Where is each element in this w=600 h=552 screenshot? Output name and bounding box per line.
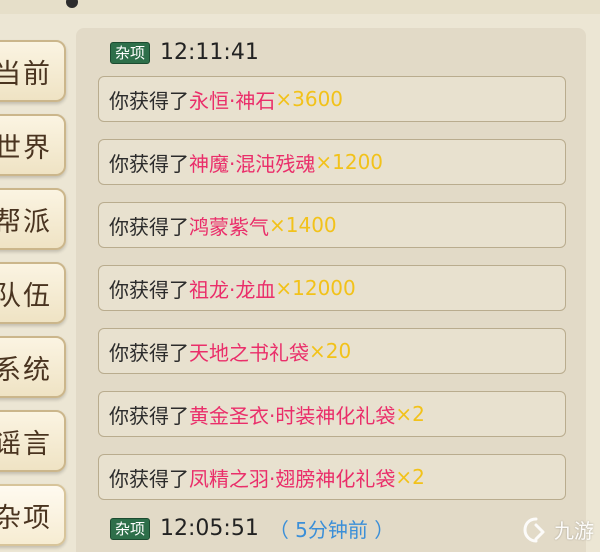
channel-tag: 杂项 xyxy=(110,41,151,64)
item-qty: ×1200 xyxy=(315,150,384,174)
tab-world[interactable]: 世界 xyxy=(0,114,66,176)
tab-label: 帮派 xyxy=(0,206,52,238)
tab-label: 世界 xyxy=(0,132,52,164)
jiuyou-logo-icon xyxy=(523,517,545,542)
tab-misc[interactable]: 杂项 xyxy=(0,484,66,546)
tab-rumor[interactable]: 谣言 xyxy=(0,410,66,472)
tab-guild[interactable]: 帮派 xyxy=(0,188,66,250)
item-name[interactable]: 祖龙·龙血 xyxy=(189,274,275,303)
watermark: 九游 xyxy=(522,515,594,544)
tab-label: 杂项 xyxy=(0,502,52,534)
item-prefix: 你获得了 xyxy=(109,214,189,239)
tab-label: 队伍 xyxy=(0,280,52,312)
item-prefix: 你获得了 xyxy=(109,277,189,302)
item-qty: ×1400 xyxy=(269,213,337,237)
item-name[interactable]: 凤精之羽·翅膀神化礼袋 xyxy=(189,463,395,492)
channel-tag: 杂项 xyxy=(110,517,151,540)
time-ago: （ 5分钟前 ） xyxy=(268,518,395,542)
tab-system[interactable]: 系统 xyxy=(0,336,66,398)
channel-sidebar: 当前 世界 帮派 队伍 系统 谣言 杂项 xyxy=(0,40,68,552)
tab-label: 系统 xyxy=(0,354,52,386)
item-name[interactable]: 天地之书礼袋 xyxy=(189,337,309,366)
chat-item: 你获得了 祖龙·龙血 ×12000 xyxy=(98,265,566,311)
chat-item: 你获得了 神魔·混沌残魂 ×1200 xyxy=(98,139,566,185)
message-time: 12:11:41 xyxy=(160,40,259,65)
chat-item: 你获得了 天地之书礼袋 ×20 xyxy=(98,328,566,374)
message-time: 12:05:51 xyxy=(160,516,259,541)
chat-item: 你获得了 黄金圣衣·时装神化礼袋 ×2 xyxy=(98,391,566,437)
item-name[interactable]: 永恒·神石 xyxy=(189,85,275,114)
item-qty: ×12000 xyxy=(275,276,356,300)
top-strip xyxy=(0,0,600,14)
item-name[interactable]: 鸿蒙紫气 xyxy=(189,211,269,240)
item-prefix: 你获得了 xyxy=(109,151,189,176)
tab-label: 当前 xyxy=(0,58,52,90)
item-name[interactable]: 黄金圣衣·时装神化礼袋 xyxy=(189,400,395,429)
message-header: 杂项 12:05:51 （ 5分钟前 ） xyxy=(110,514,394,543)
item-prefix: 你获得了 xyxy=(109,88,189,113)
message-header: 杂项 12:11:41 xyxy=(110,40,259,65)
item-qty: ×3600 xyxy=(275,87,344,111)
tab-label: 谣言 xyxy=(0,428,52,460)
item-qty: ×2 xyxy=(395,465,425,489)
top-bullet-icon xyxy=(66,0,78,8)
chat-item: 你获得了 凤精之羽·翅膀神化礼袋 ×2 xyxy=(98,454,566,500)
watermark-text: 九游 xyxy=(554,519,594,543)
chat-item: 你获得了 鸿蒙紫气 ×1400 xyxy=(98,202,566,248)
tab-current[interactable]: 当前 xyxy=(0,40,66,102)
item-prefix: 你获得了 xyxy=(109,340,189,365)
item-prefix: 你获得了 xyxy=(109,403,189,428)
item-prefix: 你获得了 xyxy=(109,466,189,491)
item-name[interactable]: 神魔·混沌残魂 xyxy=(189,148,315,177)
tab-team[interactable]: 队伍 xyxy=(0,262,66,324)
item-qty: ×2 xyxy=(395,402,425,426)
chat-item: 你获得了 永恒·神石 ×3600 xyxy=(98,76,566,122)
item-qty: ×20 xyxy=(309,339,352,363)
